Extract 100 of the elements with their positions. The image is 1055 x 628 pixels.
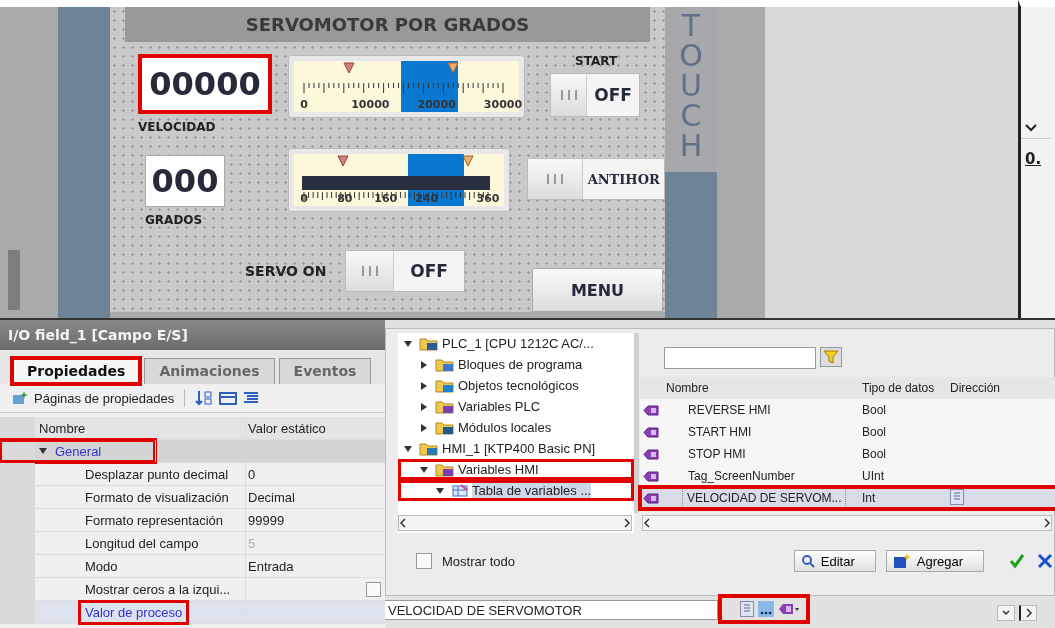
filter-field[interactable]	[664, 347, 816, 369]
checkbox[interactable]	[416, 553, 432, 569]
toggle-switch[interactable]: ANTIHOR	[527, 158, 665, 200]
scroll-left-icon[interactable]	[399, 518, 407, 528]
collapse-arrow-icon[interactable]	[420, 465, 428, 474]
scrollbar[interactable]	[642, 515, 1052, 531]
property-name: Mostrar ceros a la izqui...	[84, 581, 232, 597]
column-header[interactable]: Nombre	[662, 381, 862, 395]
expand-arrow-icon[interactable]	[420, 423, 428, 432]
toggle-switch[interactable]: OFF	[345, 250, 465, 292]
check-icon[interactable]	[1008, 552, 1026, 570]
scrollbar-thumb[interactable]	[8, 250, 20, 310]
scale-label: 160	[374, 192, 398, 205]
folder-icon	[419, 441, 439, 456]
sort-icon[interactable]	[195, 390, 214, 406]
collapse-arrow-icon[interactable]	[404, 339, 412, 348]
tab[interactable]: Animaciones	[144, 358, 275, 384]
column-header[interactable]: Tipo de datos	[862, 381, 950, 395]
pages-icon[interactable]	[12, 391, 28, 405]
tag-row[interactable]: Tag_ScreenNumber UInt	[640, 465, 1055, 487]
edit-button[interactable]: Editar	[793, 550, 876, 572]
folder-view-icon[interactable]	[219, 391, 238, 405]
tab[interactable]: Eventos	[278, 358, 372, 384]
tag-row[interactable]: STOP HMI Bool	[640, 443, 1055, 465]
close-icon[interactable]	[1036, 552, 1054, 570]
toggle-switch[interactable]: OFF	[550, 73, 640, 117]
data-type: Bool	[862, 425, 888, 439]
folder-icon	[435, 357, 455, 372]
toolbar-label[interactable]: Páginas de propiedades	[34, 390, 175, 406]
row-header[interactable]	[0, 417, 35, 439]
group-label: General	[55, 443, 102, 459]
limit-marker-icon	[337, 155, 349, 167]
tree-item[interactable]: HMI_1 [KTP400 Basic PN]	[398, 438, 634, 459]
scroll-right-icon[interactable]	[1043, 518, 1051, 528]
numeric-field[interactable]: 00000	[138, 54, 272, 114]
tag-name: Tag_ScreenNumber	[688, 469, 795, 483]
list-icon[interactable]	[950, 488, 964, 505]
property-name: Formato representación	[84, 512, 224, 528]
tag-row[interactable]: REVERSE HMI Bool	[640, 399, 1055, 421]
collapse-arrow-icon[interactable]	[39, 447, 47, 455]
tab[interactable]: Propiedades	[12, 358, 141, 384]
numeric-field[interactable]: 000	[145, 155, 225, 207]
scroll-left-icon[interactable]	[643, 518, 651, 528]
switch-label: START	[575, 54, 618, 68]
scale-label: 0	[300, 192, 308, 205]
panel-title: I/O field_1 [Campo E/S]	[0, 320, 385, 350]
chevron-down-icon[interactable]	[1025, 123, 1037, 132]
tree-item[interactable]: Bloques de programa	[398, 354, 634, 375]
scroll-right-icon[interactable]	[623, 518, 631, 528]
tree-item[interactable]: PLC_1 [CPU 1212C AC/...	[398, 333, 634, 354]
table-icon	[451, 483, 469, 498]
tag-icon	[643, 492, 659, 504]
add-icon	[892, 553, 911, 569]
checkbox[interactable]	[366, 581, 381, 597]
expand-arrow-icon[interactable]	[420, 381, 428, 390]
tree-item[interactable]: Variables PLC	[398, 396, 634, 417]
tree-item[interactable]: Objetos tecnológicos	[398, 375, 634, 396]
collapse-arrow-icon[interactable]	[404, 444, 412, 453]
tag-icon	[643, 470, 659, 482]
tag-row[interactable]: START HMI Bool	[640, 421, 1055, 443]
scale-label: 240	[415, 192, 439, 205]
tree-item[interactable]: Variables HMI	[398, 459, 634, 480]
bezel-text: TOUCH	[678, 11, 704, 161]
tree-item[interactable]: Módulos locales	[398, 417, 634, 438]
process-value-field[interactable]: VELOCIDAD DE SERVOMOTOR	[385, 600, 718, 620]
collapse-arrow-icon[interactable]	[436, 486, 444, 495]
tag-icon	[643, 448, 659, 460]
column-header[interactable]: Nombre	[35, 420, 245, 436]
data-type: Int	[862, 491, 877, 505]
list-view-icon[interactable]	[243, 391, 260, 405]
folder-icon	[435, 420, 455, 435]
scale-label: 20000	[417, 98, 456, 111]
folder-icon	[435, 462, 455, 477]
scale-label: 80	[337, 192, 353, 205]
tag-icon	[643, 426, 659, 438]
scroll-right-button[interactable]	[1019, 605, 1037, 621]
scrollbar[interactable]	[634, 333, 639, 513]
scale-label: 0	[300, 98, 308, 111]
checkbox-label[interactable]: Mostrar todo	[442, 553, 515, 569]
data-type: Bool	[862, 447, 888, 461]
chevron-down-icon[interactable]	[1002, 608, 1010, 618]
scale-label: 360	[476, 192, 500, 205]
expand-arrow-icon[interactable]	[420, 360, 428, 369]
tag-name: REVERSE HMI	[688, 403, 771, 417]
chevron-right-icon[interactable]	[1024, 608, 1033, 618]
tag-row[interactable]: VELOCIDAD DE SERVOM... Int	[640, 487, 1055, 509]
expand-arrow-icon[interactable]	[420, 402, 428, 411]
more-icon[interactable]	[758, 601, 774, 617]
scroll-down-button[interactable]	[997, 605, 1015, 621]
tag-dropdown-icon[interactable]	[778, 603, 800, 615]
tag-icon	[643, 404, 659, 416]
data-type: UInt	[862, 469, 885, 483]
column-header[interactable]: Dirección	[950, 381, 1055, 395]
property-name: Longitud del campo	[84, 535, 200, 551]
menu-button[interactable]: MENU	[532, 268, 663, 312]
tag-name: VELOCIDAD DE SERVOM...	[682, 488, 847, 508]
add-button[interactable]: Agregar	[885, 550, 984, 572]
scrollbar[interactable]	[398, 515, 632, 531]
property-name: Modo	[84, 558, 119, 574]
tree-item[interactable]: Tabla de variables ...	[398, 480, 634, 501]
